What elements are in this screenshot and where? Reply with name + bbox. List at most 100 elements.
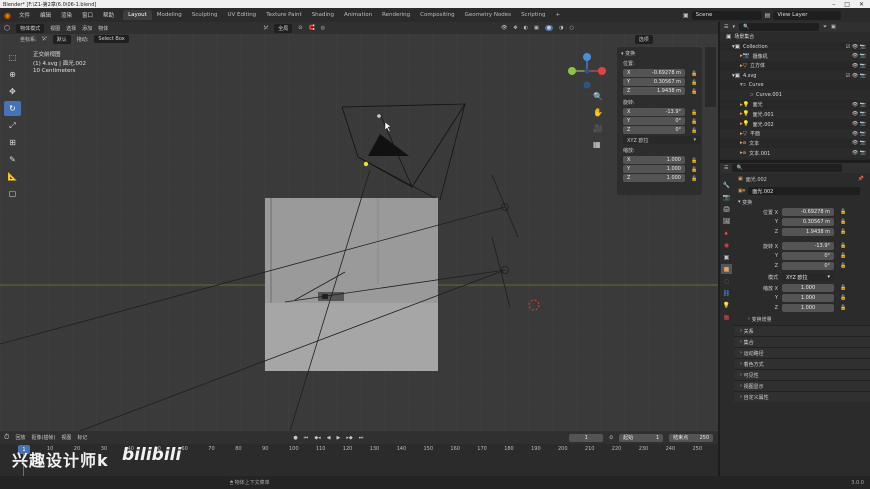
visibility-toggles[interactable]: 👁 📷 [852, 131, 866, 137]
current-frame-field[interactable]: 1 [569, 433, 604, 442]
orientation-icon[interactable]: ⤱ [264, 25, 268, 31]
transform-icon[interactable]: ⊞ [4, 135, 21, 150]
tab-texture-paint[interactable]: Texture Paint [261, 10, 307, 20]
scale-z-field[interactable]: 1.000 [782, 304, 834, 312]
select-box-icon[interactable]: ⬚ [4, 50, 21, 65]
transform-section-header[interactable]: ▾ 变换 [720, 197, 870, 207]
blender-logo-icon[interactable]: ◉ [4, 11, 11, 20]
lock-icon[interactable]: 🔓 [840, 243, 846, 249]
location-z-field[interactable]: Z 1.9438 m [623, 87, 685, 95]
properties-editor-icon[interactable]: ☰ [724, 165, 728, 171]
next-key-icon[interactable]: ▸◆ [346, 435, 352, 441]
menu-view[interactable]: 视图 [61, 434, 71, 441]
lock-icon[interactable]: 🔓 [840, 219, 846, 225]
rotation-mode-dropdown[interactable]: XYZ 欧拉 ▾ [623, 136, 700, 144]
tab-sculpting[interactable]: Sculpting [187, 10, 223, 20]
object-name-field[interactable]: 面光.002 [748, 187, 861, 195]
location-x-field[interactable]: X -0.69278 m [623, 69, 685, 77]
sidebar-tabs[interactable] [705, 47, 716, 107]
menu-help[interactable]: 帮助 [98, 11, 119, 19]
menu-object[interactable]: 物体 [98, 25, 108, 32]
rotation-y-field[interactable]: 0° [782, 252, 834, 260]
editor-type-icon[interactable]: ⬡ [4, 24, 10, 32]
section-visibility[interactable]: › 可见性 [734, 369, 870, 380]
annotate-icon[interactable]: ✎ [4, 152, 21, 167]
shading-solid-icon[interactable]: ● [544, 25, 554, 31]
filter-icon[interactable]: ▾ [732, 24, 735, 30]
pan-hand-icon[interactable]: ✋ [593, 108, 603, 117]
collapse-icon[interactable]: ▾ [621, 51, 624, 57]
3d-viewport[interactable]: ⬡ 物体模式 视图 选择 添加 物体 ⤱ 全局 ⊙ 🧲 ◎ 👁 ✥ ◐ ▣ ● … [0, 22, 718, 431]
rotation-mode-dropdown[interactable]: XYZ 欧拉 ▾ [782, 273, 834, 281]
visibility-toggles[interactable]: 👁 📷 [852, 111, 866, 117]
shading-rendered-icon[interactable]: ○ [569, 25, 573, 31]
ortho-grid-icon[interactable]: ▦ [593, 140, 603, 149]
lock-icon[interactable]: 🔓 [840, 285, 846, 291]
camera-view-icon[interactable]: 🎥 [593, 124, 603, 133]
pivot-icon[interactable]: ⊙ [298, 25, 302, 31]
overlay-icon[interactable]: ◐ [524, 25, 528, 31]
delta-transform-section[interactable]: › 变换增量 [738, 313, 870, 325]
tab-geometry-nodes[interactable]: Geometry Nodes [460, 10, 516, 20]
visibility-toggles[interactable]: 👁 📷 [852, 121, 866, 127]
lock-icon[interactable]: 🔓 [691, 80, 697, 86]
tab-uv-editing[interactable]: UV Editing [222, 10, 261, 20]
visibility-toggles[interactable]: 👁 📷 [852, 140, 866, 146]
rotation-x-field[interactable]: X -13.9° [623, 108, 685, 116]
pin-icon[interactable]: 📌 [858, 176, 870, 182]
list-item[interactable]: ▸💡 面光.001 👁 📷 [720, 109, 870, 120]
shading-material-icon[interactable]: ◑ [559, 25, 563, 31]
play-reverse-icon[interactable]: ◀ [327, 435, 331, 441]
show-overlay-icon[interactable]: 👁 [501, 25, 507, 31]
visibility-toggles[interactable]: ☑ 👁 📷 [846, 73, 866, 79]
properties-search-input[interactable]: 🔍 [732, 164, 843, 172]
menu-marker[interactable]: 标记 [77, 434, 87, 441]
section-custom-properties[interactable]: › 自定义属性 [734, 391, 870, 402]
scale-x-field[interactable]: 1.000 [782, 284, 834, 292]
outliner-search-input[interactable]: 🔍 [739, 23, 819, 31]
section-viewport-display[interactable]: › 视图显示 [734, 380, 870, 391]
close-icon[interactable]: ✕ [859, 1, 864, 8]
play-icon[interactable]: ▶ [337, 435, 341, 441]
section-motion-paths[interactable]: › 运动路径 [734, 347, 870, 358]
orientation-dropdown[interactable]: 全局 [274, 23, 293, 33]
location-z-field[interactable]: 1.9438 m [782, 228, 834, 236]
list-item[interactable]: ▸▽ 平面 👁 📷 [720, 128, 870, 139]
light-point[interactable] [377, 114, 381, 118]
jump-start-icon[interactable]: ⏮ [304, 435, 309, 441]
tab-scripting[interactable]: Scripting [516, 10, 550, 20]
location-x-field[interactable]: -0.69278 m [782, 208, 834, 216]
visibility-toggles[interactable]: 👁 📷 [852, 102, 866, 108]
mode-dropdown[interactable]: 物体模式 [16, 23, 45, 33]
section-collections[interactable]: › 集合 [734, 336, 870, 347]
scale-x-field[interactable]: X 1.000 [623, 156, 685, 164]
list-item[interactable]: ▸a 文本 👁 📷 [720, 139, 870, 149]
list-item[interactable]: ▸💡 面光 👁 📷 [720, 100, 870, 110]
new-collection-icon[interactable]: ▣ [831, 24, 836, 30]
funnel-icon[interactable]: ⏷ [823, 24, 827, 30]
jump-end-icon[interactable]: ⏭ [359, 435, 364, 441]
tab-animation[interactable]: Animation [339, 10, 377, 20]
lock-icon[interactable]: 🔓 [840, 229, 846, 235]
lock-icon[interactable]: 🔓 [691, 176, 697, 182]
list-item[interactable]: ▾ↄ Curve [720, 80, 870, 90]
list-item[interactable]: ▸▽ 立方体 👁 📷 [720, 61, 870, 71]
lock-icon[interactable]: 🔓 [691, 158, 697, 164]
lock-icon[interactable]: 🔓 [840, 209, 846, 215]
view-layer-icon[interactable]: 🖼 [721, 216, 732, 226]
lock-icon[interactable]: 🔓 [691, 71, 697, 77]
list-item[interactable]: ↄ Curve.001 [720, 90, 870, 100]
zoom-icon[interactable]: 🔍 [593, 92, 603, 101]
menu-playback[interactable]: 回放 [15, 434, 25, 441]
scene-icon[interactable]: ▣ [683, 12, 689, 19]
menu-select[interactable]: 选择 [66, 25, 76, 32]
menu-render[interactable]: 渲染 [56, 11, 77, 19]
outliner-editor-icon[interactable]: ☰ [724, 24, 728, 30]
coord-dropdown[interactable]: 默认 [52, 34, 71, 44]
object-icon[interactable]: ■ [721, 264, 732, 274]
gizmo-icon[interactable]: ✥ [513, 25, 517, 31]
texture-icon[interactable]: ▦ [721, 312, 732, 322]
lock-icon[interactable]: 🔓 [840, 253, 846, 259]
visibility-toggles[interactable]: 👁 📷 [852, 150, 866, 156]
add-workspace-button[interactable]: + [551, 10, 566, 20]
